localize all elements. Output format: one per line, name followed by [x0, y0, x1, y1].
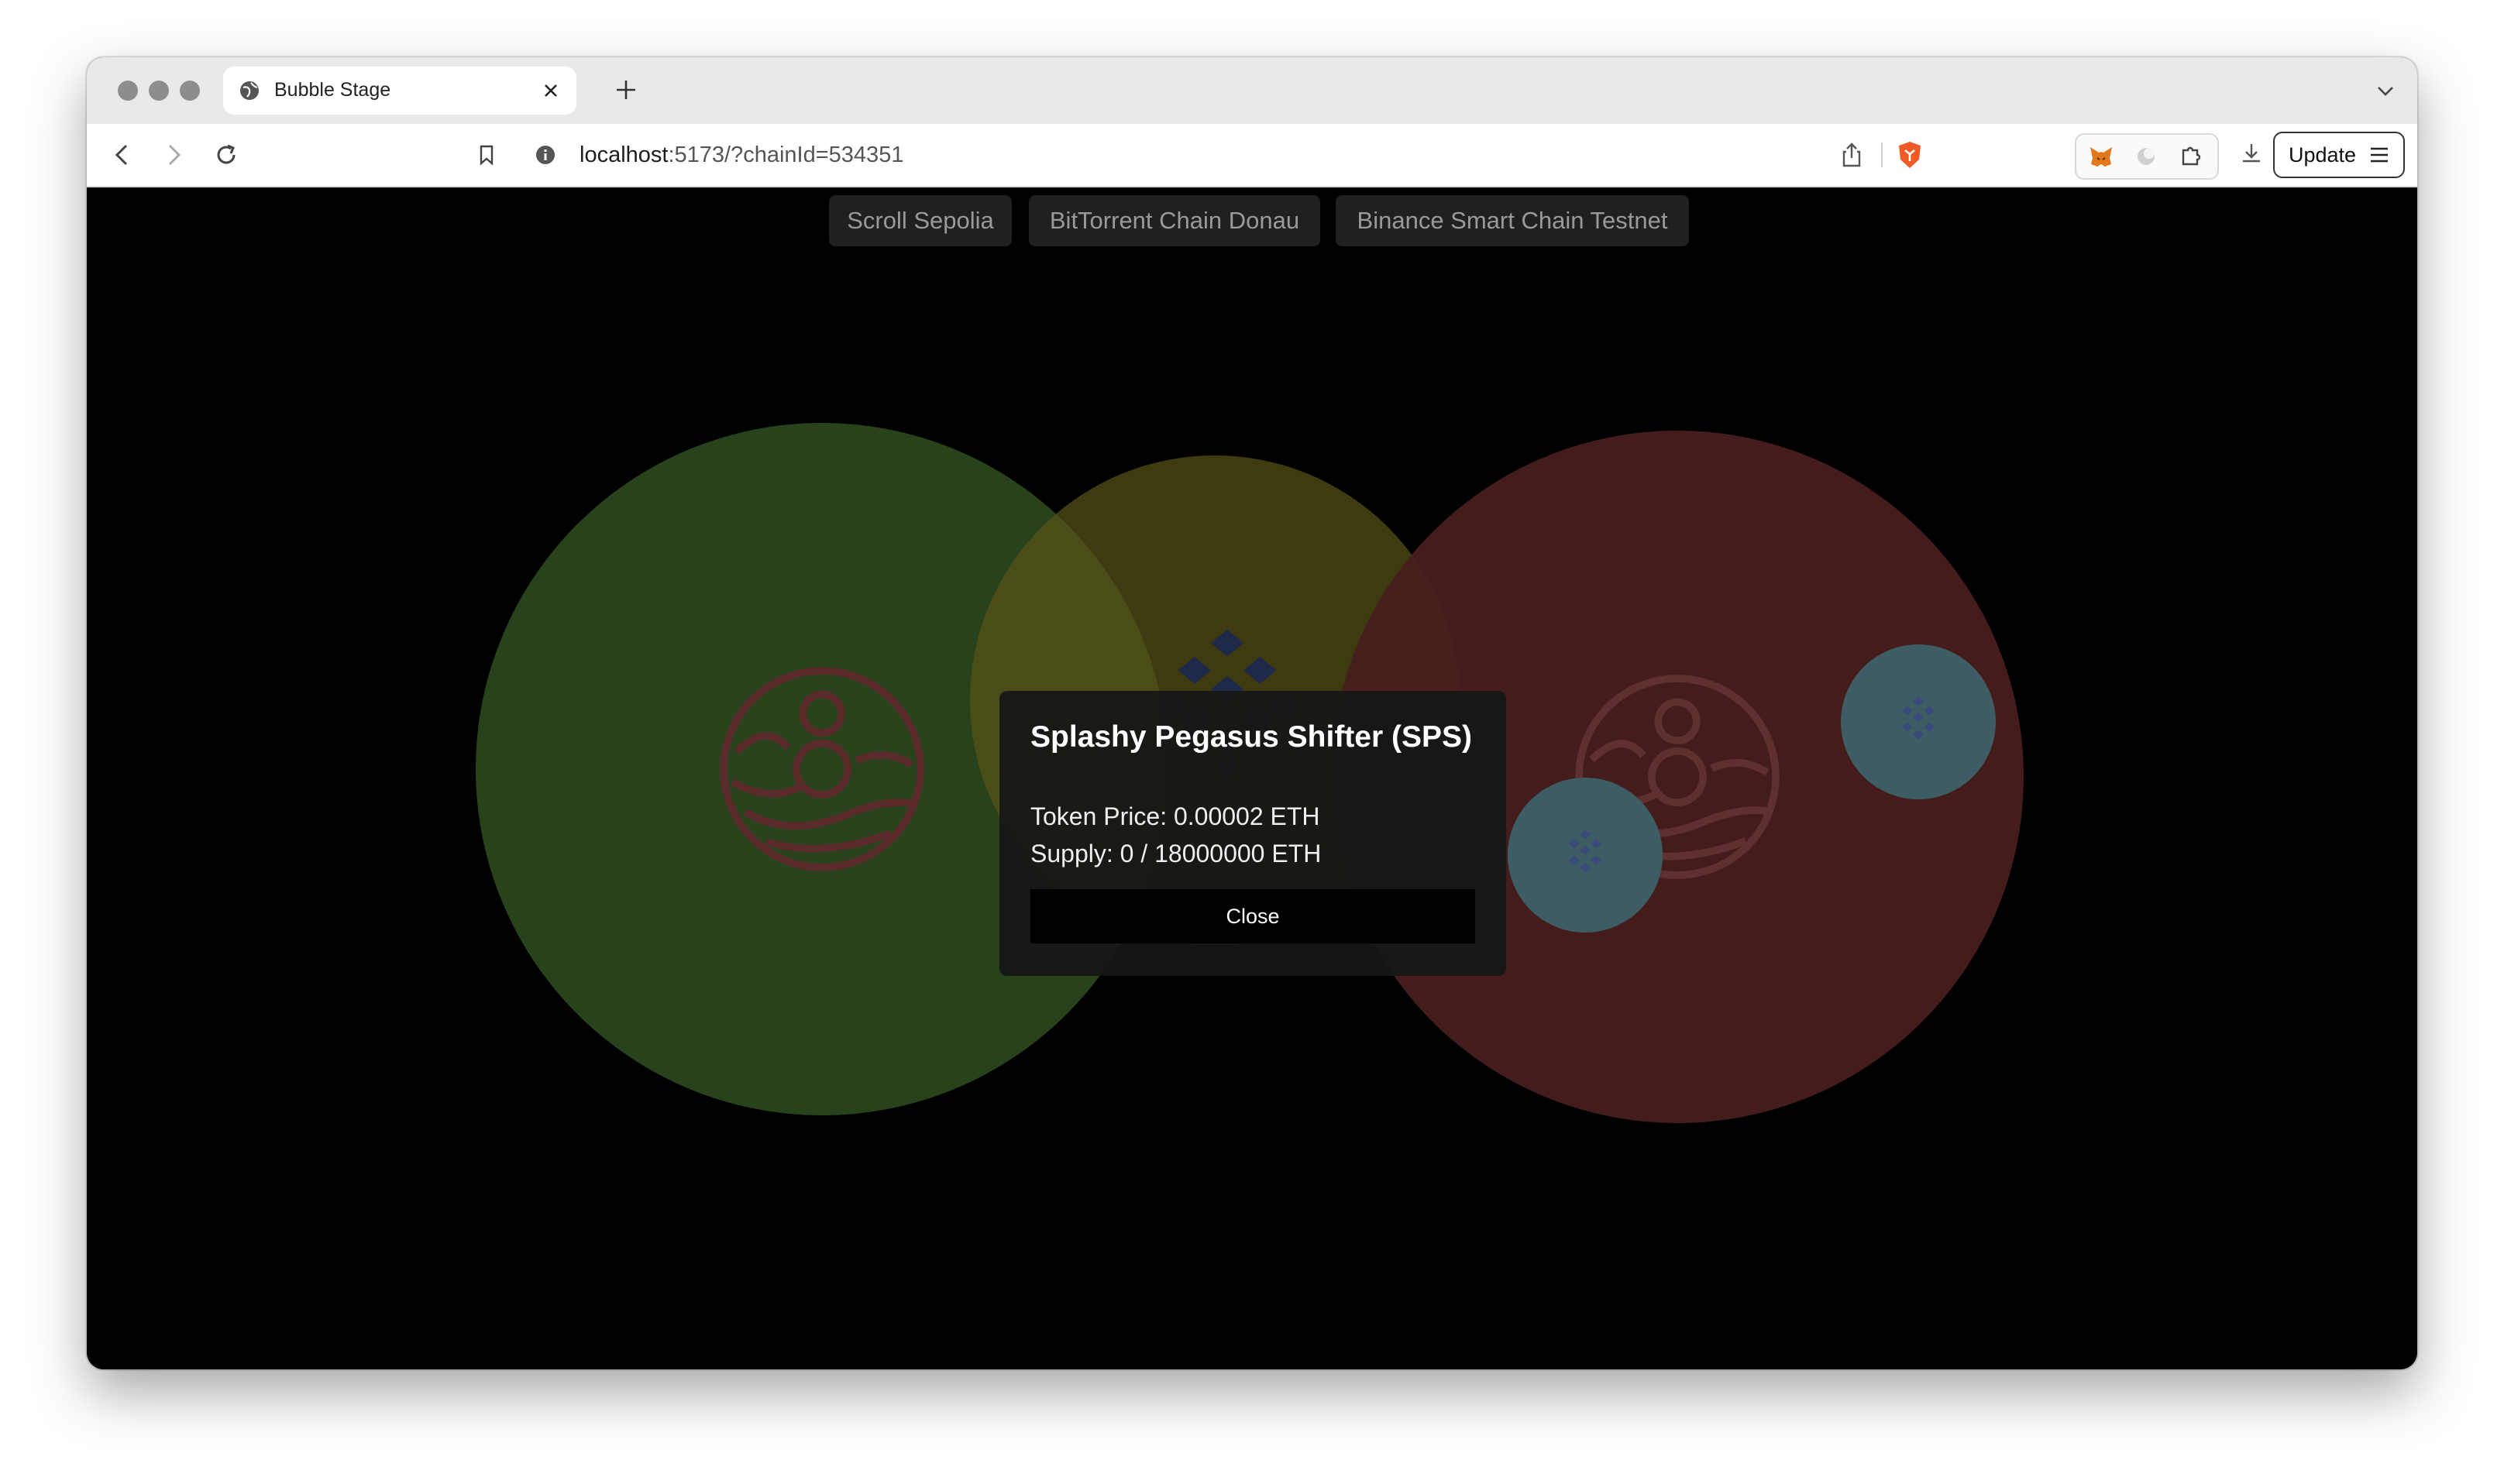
- maximize-window-button[interactable]: [180, 81, 200, 101]
- tab-bubble-stage[interactable]: Bubble Stage: [223, 67, 576, 115]
- page-content: Scroll Sepolia BitTorrent Chain Donau Bi…: [87, 187, 2417, 1369]
- small-teal-bubble[interactable]: [1841, 644, 1996, 799]
- back-arrow-icon[interactable]: [105, 138, 139, 172]
- brave-shield-icon[interactable]: [1895, 139, 1924, 170]
- globe-icon: [240, 81, 259, 100]
- chain-button-bittorrent-donau[interactable]: BitTorrent Chain Donau: [1029, 195, 1320, 246]
- url-separator: [1881, 143, 1883, 167]
- minimize-window-button[interactable]: [149, 81, 169, 101]
- share-icon[interactable]: [1839, 141, 1864, 169]
- close-window-button[interactable]: [118, 81, 138, 101]
- chain-button-binance-testnet[interactable]: Binance Smart Chain Testnet: [1336, 195, 1689, 246]
- puzzle-extensions-icon[interactable]: [2177, 143, 2205, 170]
- token-supply: Supply: 0 / 18000000 ETH: [1030, 840, 1322, 867]
- token-price: Token Price: 0.00002 ETH: [1030, 802, 1320, 830]
- update-label: Update: [2289, 143, 2357, 167]
- browser-window: Bubble Stage localhost:5173/?chainId=534…: [87, 57, 2417, 1369]
- site-info-icon[interactable]: [535, 144, 556, 166]
- new-tab-icon[interactable]: [611, 74, 641, 105]
- close-tab-icon[interactable]: [541, 81, 561, 101]
- extensions-group: [2075, 133, 2219, 180]
- bookmark-icon[interactable]: [474, 143, 499, 167]
- hash-token-icon: [1568, 830, 1602, 873]
- download-icon[interactable]: [2237, 139, 2265, 167]
- token-info-modal: Splashy Pegasus Shifter (SPS) Token Pric…: [999, 691, 1506, 976]
- update-button[interactable]: Update: [2273, 132, 2405, 178]
- address-bar[interactable]: localhost:5173/?chainId=534351: [480, 130, 1940, 180]
- tab-title: Bubble Stage: [274, 79, 391, 101]
- chevron-down-icon[interactable]: [2372, 77, 2399, 104]
- hamburger-menu-icon: [2371, 147, 2388, 163]
- close-button[interactable]: Close: [1030, 889, 1475, 943]
- token-title: Splashy Pegasus Shifter (SPS): [1030, 720, 1473, 754]
- hash-token-icon: [1901, 696, 1935, 740]
- chain-button-scroll-sepolia[interactable]: Scroll Sepolia: [829, 195, 1012, 246]
- metamask-icon[interactable]: [2087, 143, 2115, 170]
- wallet-extension-icon[interactable]: [2132, 143, 2160, 170]
- reload-icon[interactable]: [209, 138, 243, 172]
- tab-bar: Bubble Stage: [87, 57, 2417, 124]
- orbit-token-icon: [720, 667, 924, 871]
- forward-arrow-icon[interactable]: [156, 138, 191, 172]
- url-text: localhost:5173/?chainId=534351: [580, 143, 904, 167]
- browser-toolbar: localhost:5173/?chainId=534351 Update: [87, 124, 2417, 187]
- small-teal-bubble-2[interactable]: [1508, 778, 1663, 933]
